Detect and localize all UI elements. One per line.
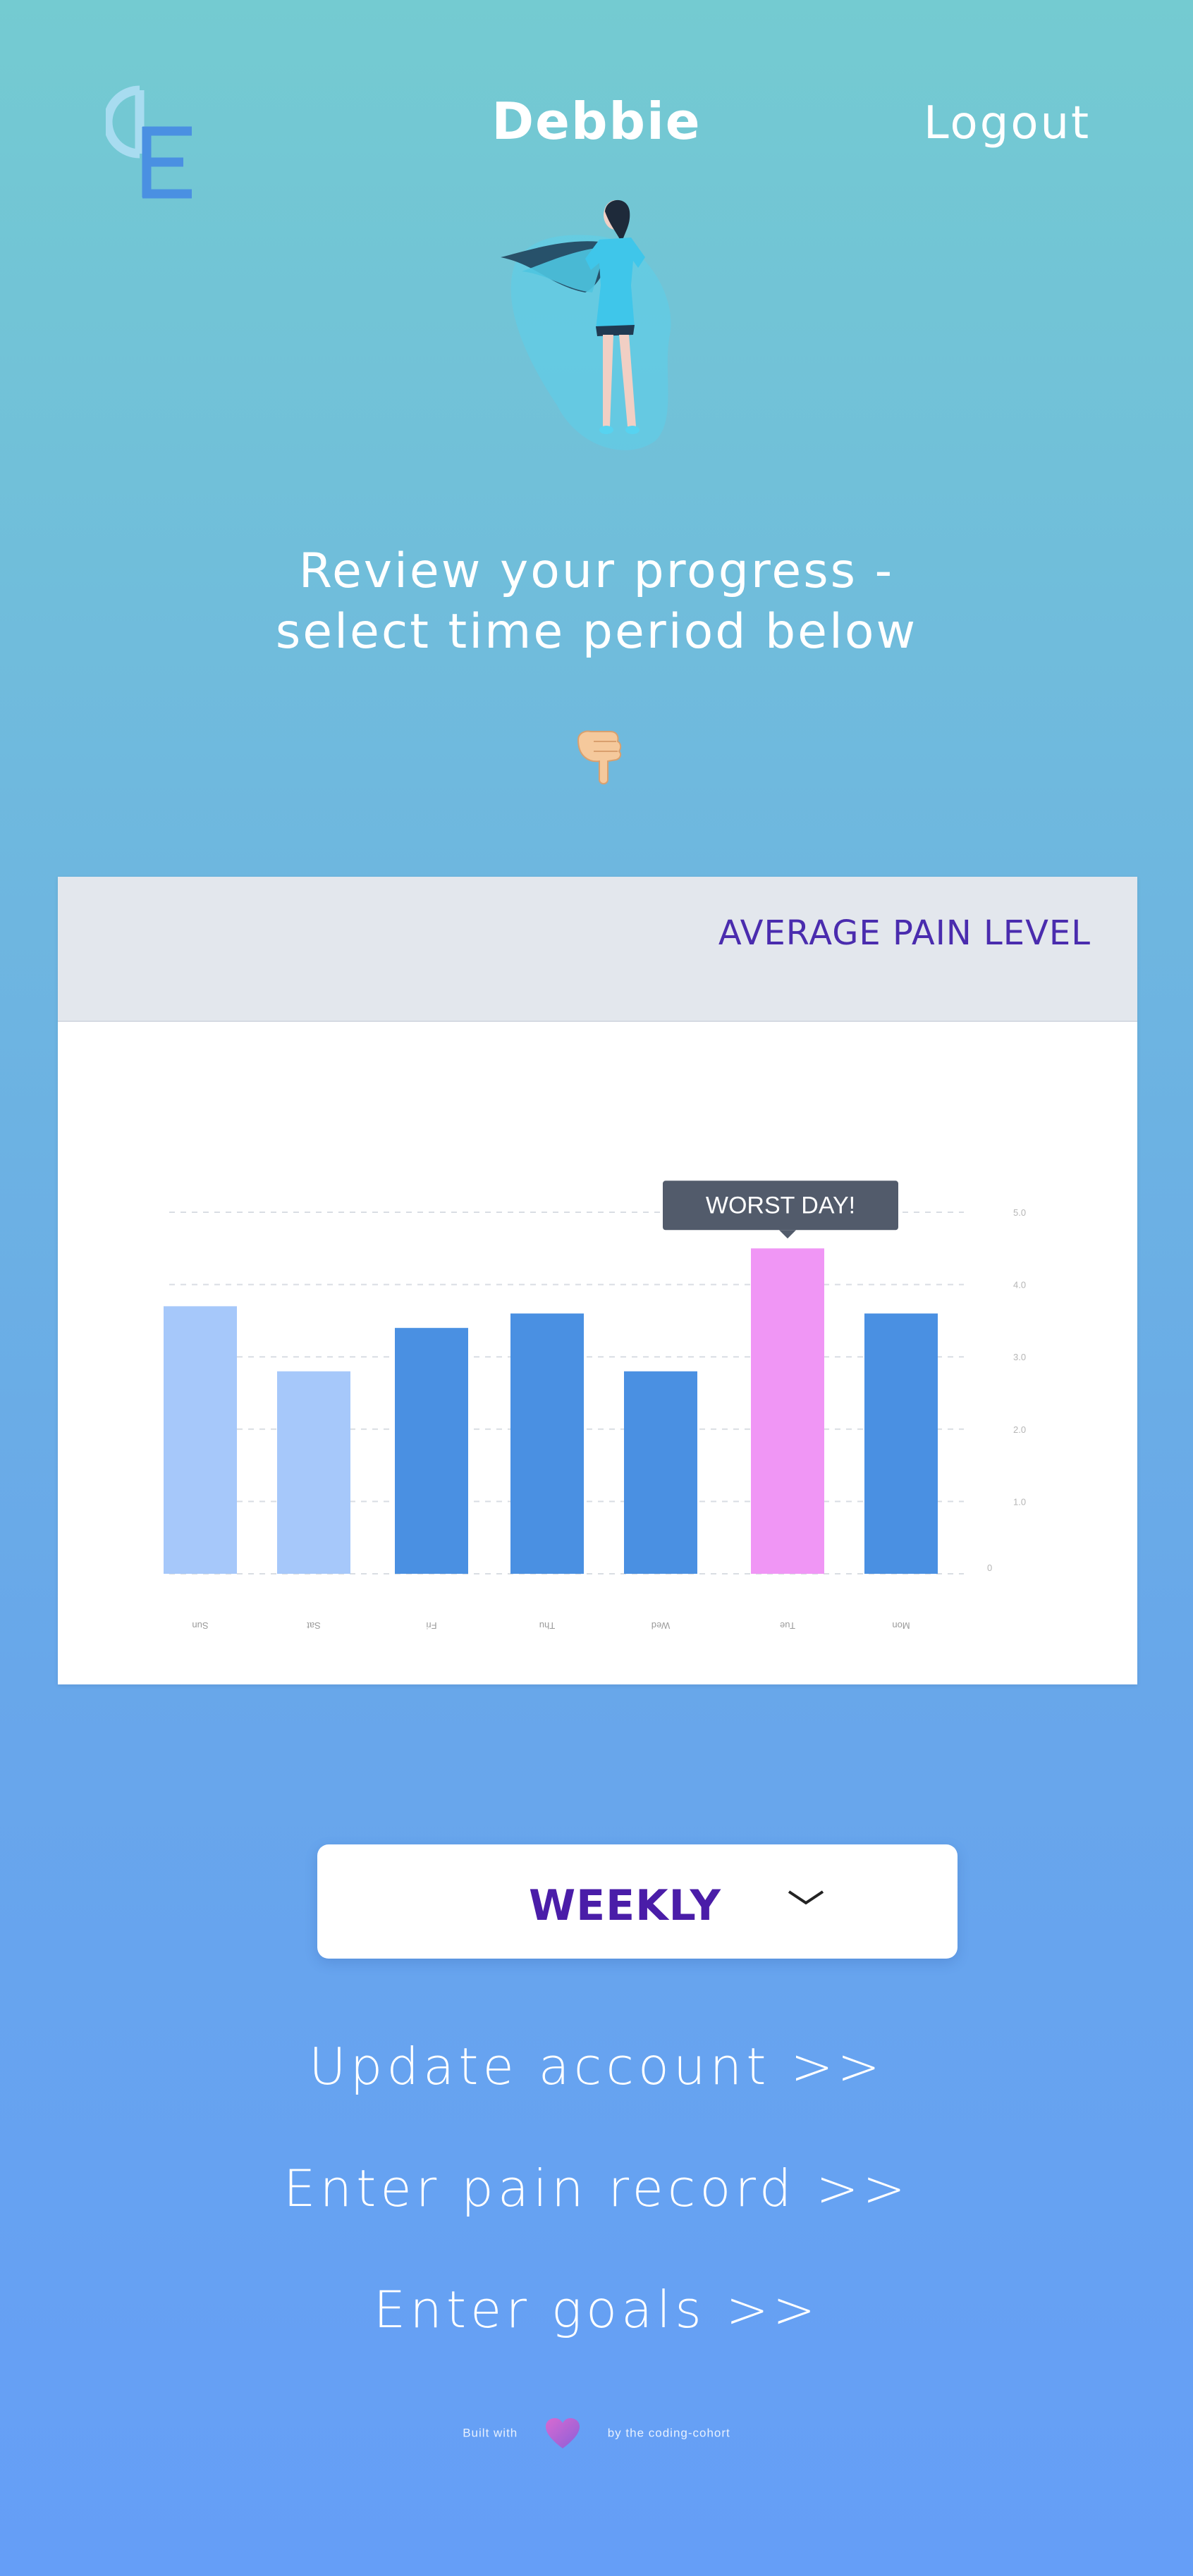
update-account-link[interactable]: Update account >>: [0, 2037, 1193, 2096]
pointing-down-hand-icon: [577, 730, 622, 784]
average-pain-chart: 0 1.0 2.0 3.0 4.0 5.0 Sun Sat Fri Thu Wed Tue Mon WOR…: [164, 1181, 1026, 1631]
tooltip-label: WORST DAY!: [706, 1192, 855, 1219]
bar-mon[interactable]: [864, 1313, 938, 1574]
y-tick-label: 5.0: [1013, 1207, 1026, 1218]
chart-card: AVERAGE PAIN LEVEL 0 1.0 2.0 3.0 4.0 5.0 Sun Sa…: [58, 877, 1137, 1684]
y-tick-label: 2.0: [1013, 1424, 1026, 1435]
enter-goals-link[interactable]: Enter goals >>: [0, 2280, 1193, 2339]
bar-thu[interactable]: [510, 1313, 584, 1574]
chart-title: AVERAGE PAIN LEVEL: [718, 913, 1091, 953]
y-tick-label: 1.0: [1013, 1496, 1026, 1507]
logout-link[interactable]: Logout: [924, 97, 1091, 149]
headline-line-2: select time period below: [275, 604, 918, 660]
y-tick-label: 4.0: [1013, 1280, 1026, 1290]
bar-tue[interactable]: [751, 1248, 824, 1574]
x-tick-label: Sat: [307, 1620, 321, 1631]
x-tick-label: Thu: [539, 1620, 555, 1631]
headline-line-1: Review your progress -: [298, 543, 895, 599]
x-tick-label: Fri: [426, 1620, 436, 1631]
x-tick-label: Mon: [892, 1620, 910, 1631]
y-tick-label: 3.0: [1013, 1352, 1026, 1362]
worst-day-tooltip: WORST DAY!: [663, 1181, 898, 1239]
chevron-down-icon: [788, 1890, 824, 1905]
heart-icon: [545, 2418, 580, 2448]
x-tick-label: Sun: [192, 1620, 208, 1631]
page-headline: Review your progress - select time perio…: [0, 541, 1193, 663]
y-tick-label: 0: [987, 1563, 992, 1573]
x-tick-label: Wed: [651, 1620, 671, 1631]
footer-credit: by the coding-cohort: [607, 2426, 730, 2440]
footer-built-with: Built with: [463, 2426, 518, 2440]
chart-card-header: AVERAGE PAIN LEVEL: [58, 877, 1137, 1022]
bar-fri[interactable]: [395, 1328, 468, 1574]
superhero-illustration: [501, 199, 671, 450]
tooltip-arrow: [779, 1230, 796, 1239]
bar-wed[interactable]: [624, 1371, 697, 1574]
footer: Built with by the coding-cohort: [0, 2417, 1193, 2450]
bar-sun[interactable]: [164, 1306, 237, 1574]
time-period-select[interactable]: WEEKLY: [317, 1844, 958, 1959]
time-period-value: WEEKLY: [529, 1881, 721, 1930]
x-tick-label: Tue: [780, 1620, 795, 1631]
enter-pain-record-link[interactable]: Enter pain record >>: [0, 2159, 1193, 2218]
bar-sat[interactable]: [277, 1371, 350, 1574]
